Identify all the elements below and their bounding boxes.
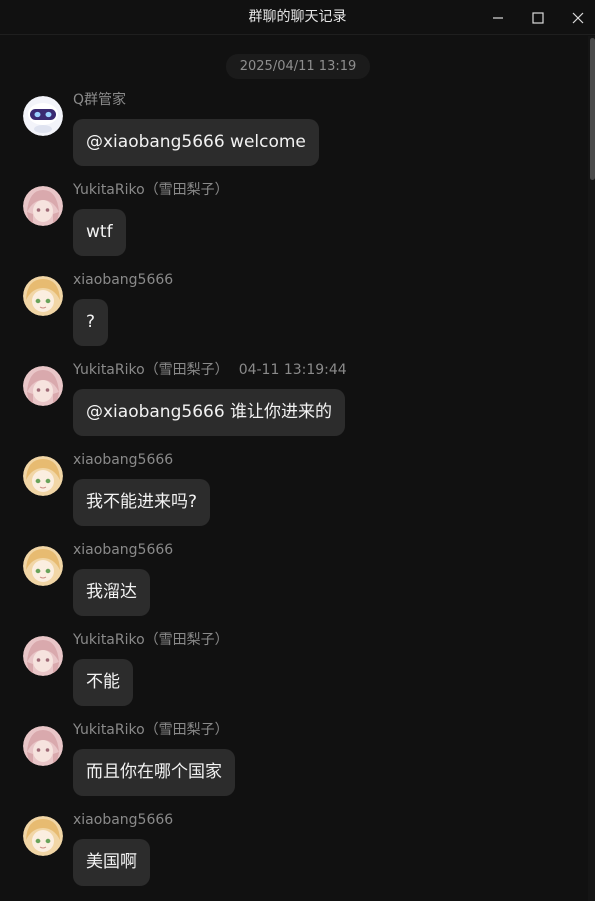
message-bubble[interactable]: 我不能进来吗? — [73, 479, 211, 526]
bot-avatar[interactable] — [23, 96, 63, 136]
message-item: YukitaRiko（雪田梨子） 而且你在哪个国家 — [0, 722, 588, 806]
message-item: xiaobang5666 我不能进来吗? — [0, 452, 588, 536]
message-item: YukitaRiko（雪田梨子） 不能 — [0, 632, 588, 716]
blonde-hair-avatar[interactable] — [23, 276, 63, 316]
message-item: YukitaRiko（雪田梨子） wtf — [0, 182, 588, 266]
message-time: 04-11 13:19:44 — [238, 362, 347, 378]
sender-name: Q群管家 — [73, 92, 127, 108]
message-bubble[interactable]: wtf — [73, 209, 126, 256]
sender-name: xiaobang5666 — [73, 812, 174, 828]
sender-name: YukitaRiko（雪田梨子） — [73, 632, 229, 648]
blonde-hair-avatar[interactable] — [23, 546, 63, 586]
message-item: xiaobang5666 我溜达 — [0, 542, 588, 626]
message-bubble[interactable]: 我溜达 — [73, 569, 150, 616]
message-bubble[interactable]: 而且你在哪个国家 — [73, 749, 235, 796]
maximize-icon — [532, 11, 544, 24]
pink-hair-avatar[interactable] — [23, 726, 63, 766]
sender-name: xiaobang5666 — [73, 452, 174, 468]
title-bar: 群聊的聊天记录 — [0, 0, 595, 35]
minimize-button[interactable] — [478, 0, 518, 35]
close-button[interactable] — [558, 0, 595, 35]
message-bubble[interactable]: 美国啊 — [73, 839, 150, 886]
minimize-icon — [493, 16, 503, 19]
sender-name: YukitaRiko（雪田梨子） 04-11 13:19:44 — [73, 362, 347, 378]
pink-hair-avatar[interactable] — [23, 366, 63, 406]
message-item: YukitaRiko（雪田梨子） 04-11 13:19:44 @xiaobang… — [0, 362, 588, 446]
message-bubble[interactable]: ? — [73, 299, 109, 346]
message-bubble[interactable]: @xiaobang5666 welcome — [73, 119, 319, 166]
message-item: xiaobang5666 ? — [0, 272, 588, 356]
close-icon — [572, 12, 584, 23]
message-bubble[interactable]: @xiaobang5666 谁让你进来的 — [73, 389, 346, 436]
pink-hair-avatar[interactable] — [23, 186, 63, 226]
blonde-hair-avatar[interactable] — [23, 816, 63, 856]
message-bubble[interactable]: 不能 — [73, 659, 133, 706]
date-divider: 2025/04/11 13:19 — [226, 54, 370, 79]
sender-name: YukitaRiko（雪田梨子） — [73, 722, 229, 738]
maximize-button[interactable] — [518, 0, 558, 35]
pink-hair-avatar[interactable] — [23, 636, 63, 676]
message-item: Q群管家 @xiaobang5666 welcome — [0, 92, 588, 176]
sender-name: xiaobang5666 — [73, 272, 174, 288]
message-list[interactable]: 2025/04/11 13:19 Q群管家 @xiaobang5666 welc… — [0, 36, 588, 901]
sender-name: xiaobang5666 — [73, 542, 174, 558]
sender-name: YukitaRiko（雪田梨子） — [73, 182, 229, 198]
message-item: xiaobang5666 美国啊 — [0, 812, 588, 896]
blonde-hair-avatar[interactable] — [23, 456, 63, 496]
chat-history-window: 群聊的聊天记录 2025/04/11 13:19 Q群管家 @xiaobang5… — [0, 0, 595, 901]
scrollbar-thumb[interactable] — [590, 38, 595, 180]
